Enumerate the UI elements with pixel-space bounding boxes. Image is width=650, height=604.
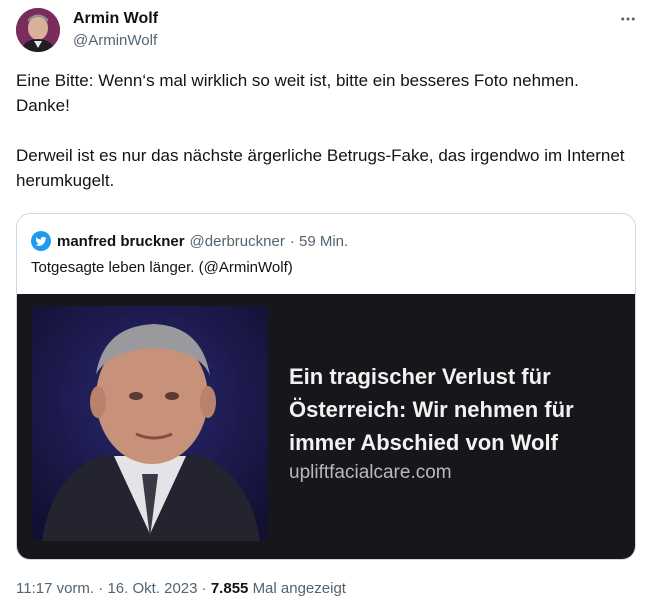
more-options-button[interactable] (614, 8, 642, 30)
meta-separator: · (98, 580, 104, 597)
view-count-label: Mal angezeigt (252, 580, 346, 597)
author-handle[interactable]: @ArminWolf (73, 32, 157, 49)
tweet-paragraph-2: Derweil ist es nur das nächste ärgerlich… (16, 146, 625, 190)
profile-photo (16, 8, 60, 52)
quoted-author-handle[interactable]: @derbruckner (190, 233, 285, 250)
tweet-date[interactable]: 16. Okt. 2023 (107, 580, 197, 597)
author-name[interactable]: Armin Wolf (73, 10, 158, 28)
tweet-paragraph-1: Eine Bitte: Wenn‘s mal wirklich so weit … (16, 71, 579, 115)
quoted-author-name[interactable]: manfred bruckner (57, 233, 185, 250)
quoted-tweet[interactable]: manfred bruckner @derbruckner · 59 Min. … (16, 213, 636, 560)
tweet-time[interactable]: 11:17 vorm. (16, 580, 94, 597)
link-card[interactable]: Ein tragischer Verlust für Österreich: W… (17, 294, 635, 559)
link-card-title[interactable]: Ein tragischer Verlust für Österreich: W… (289, 360, 619, 459)
tweet-meta: 11:17 vorm. · 16. Okt. 2023 · 7.855 Mal … (16, 580, 346, 597)
author-avatar[interactable] (16, 8, 60, 52)
quoted-tweet-header: manfred bruckner @derbruckner · 59 Min. (31, 231, 348, 251)
view-count: 7.855 (210, 580, 249, 597)
quoted-tweet-text: Totgesagte leben länger. (@ArminWolf) (31, 259, 293, 276)
link-card-image (32, 306, 268, 541)
twitter-bird-icon (31, 231, 51, 251)
tweet-text: Eine Bitte: Wenn‘s mal wirklich so weit … (16, 68, 628, 193)
meta-separator: · (201, 580, 207, 597)
more-horizontal-icon (621, 17, 635, 21)
link-card-domain[interactable]: upliftfacialcare.com (289, 462, 452, 484)
quoted-timestamp[interactable]: · 59 Min. (290, 233, 348, 250)
